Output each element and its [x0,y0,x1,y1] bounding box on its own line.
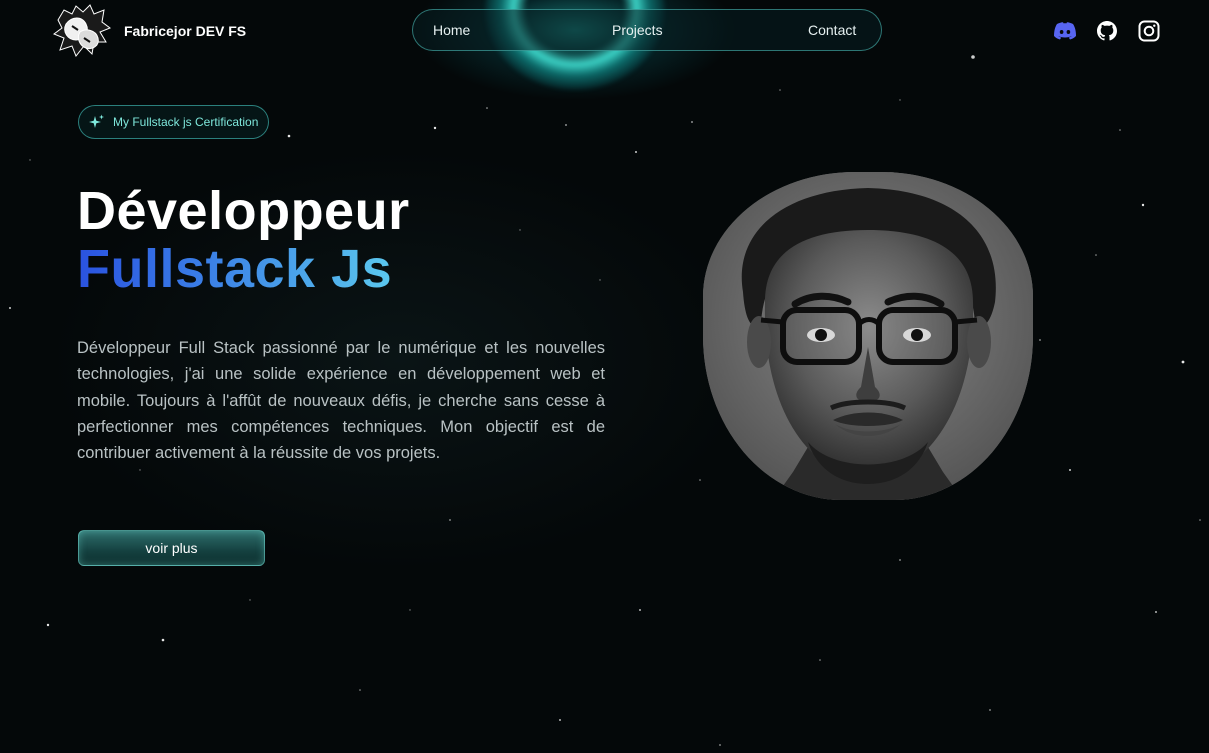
github-icon [1097,21,1117,41]
social-links [1053,19,1161,43]
instagram-link[interactable] [1137,19,1161,43]
hero-bio: Développeur Full Stack passionné par le … [77,339,605,463]
discord-link[interactable] [1053,19,1077,43]
portrait-illustration [703,172,1033,500]
see-more-button[interactable]: voir plus [78,530,265,566]
instagram-icon [1138,20,1160,42]
brand-name: Fabricejor DEV FS [124,23,247,39]
badge-label: My Fullstack js Certification [113,115,259,129]
certification-badge[interactable]: My Fullstack js Certification [78,105,270,139]
profile-portrait-image [703,172,1033,500]
page: Fabricejor DEV FS Home Projects Contact [0,0,1209,753]
logo-icon [52,4,112,57]
sparkles-icon [89,114,104,128]
nav-item-home[interactable]: Home [433,22,470,38]
hero-title-line2: Fullstack Js [77,239,393,299]
discord-icon [1054,22,1076,40]
brand-logo-link[interactable]: Fabricejor DEV FS [50,2,246,60]
github-link[interactable] [1095,19,1119,43]
main-nav: Home Projects Contact [412,9,882,51]
nav-item-contact[interactable]: Contact [808,22,856,38]
nav-item-projects[interactable]: Projects [612,22,663,38]
hero-title-line1: Développeur [77,181,410,241]
